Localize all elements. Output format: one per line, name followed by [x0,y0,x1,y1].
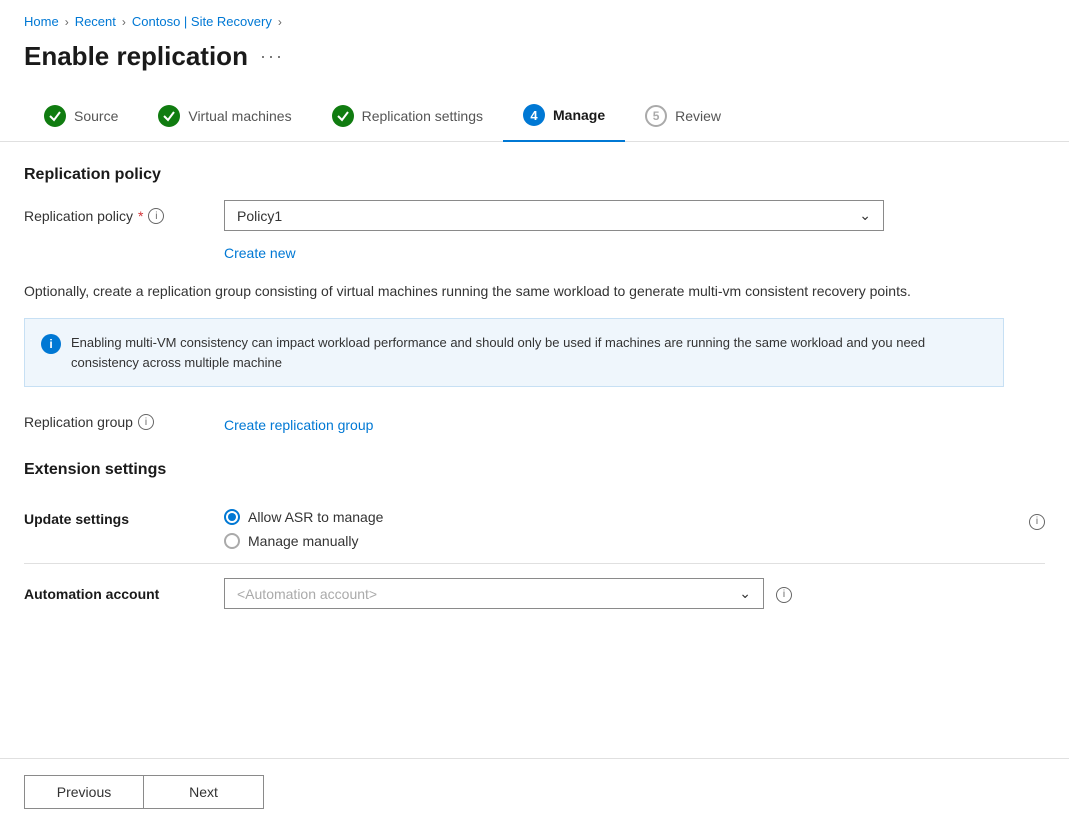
automation-account-info-icon[interactable]: i [776,587,792,603]
step-review-icon: 5 [645,105,667,127]
dropdown-chevron-icon: ⌄ [859,207,871,224]
replication-policy-section: Replication policy Replication policy * … [24,166,1045,261]
replication-group-label: Replication group i [24,414,224,430]
step-vm-label: Virtual machines [188,108,291,124]
radio-allow-asr[interactable]: Allow ASR to manage [224,509,1029,525]
page-header: Enable replication ··· [0,37,1069,92]
update-settings-info: i [1029,509,1045,530]
steps-nav: Source Virtual machines Replication sett… [0,92,1069,142]
page-title: Enable replication [24,41,248,72]
radio-allow-asr-circle [224,509,240,525]
breadcrumb-current[interactable]: Contoso | Site Recovery [132,14,272,29]
replication-policy-value: Policy1 [237,208,282,224]
radio-allow-asr-label: Allow ASR to manage [248,509,383,525]
extension-settings-section: Extension settings Update settings Allow… [24,461,1045,623]
automation-chevron-icon: ⌄ [739,585,751,602]
main-content: Replication policy Replication policy * … [0,166,1069,758]
create-new-link[interactable]: Create new [224,245,296,261]
description-text: Optionally, create a replication group c… [24,281,1004,302]
breadcrumb: Home › Recent › Contoso | Site Recovery … [0,0,1069,37]
step-source[interactable]: Source [24,93,138,141]
replication-policy-heading: Replication policy [24,166,1045,184]
step-source-icon [44,105,66,127]
step-review[interactable]: 5 Review [625,93,741,141]
page-container: Home › Recent › Contoso | Site Recovery … [0,0,1069,825]
step-manage-label: Manage [553,107,605,123]
footer: Previous Next [0,758,1069,825]
step-source-label: Source [74,108,118,124]
breadcrumb-recent[interactable]: Recent [75,14,116,29]
replication-policy-dropdown[interactable]: Policy1 ⌄ [224,200,884,231]
step-vm-icon [158,105,180,127]
step-rep-label: Replication settings [362,108,483,124]
breadcrumb-sep-3: › [278,15,282,29]
required-star: * [138,208,143,224]
update-settings-label: Update settings [24,509,224,527]
radio-allow-asr-dot [228,513,236,521]
replication-policy-row: Replication policy * i Policy1 ⌄ [24,200,1045,231]
previous-button[interactable]: Previous [24,775,144,809]
automation-account-label: Automation account [24,586,224,602]
replication-policy-info-icon[interactable]: i [148,208,164,224]
step-manage[interactable]: 4 Manage [503,92,625,142]
radio-manage-manually-label: Manage manually [248,533,359,549]
automation-account-info: i [776,584,792,603]
next-button[interactable]: Next [144,775,264,809]
step-rep-icon [332,105,354,127]
step-virtual-machines[interactable]: Virtual machines [138,93,311,141]
automation-account-dropdown[interactable]: <Automation account> ⌄ [224,578,764,609]
breadcrumb-sep-2: › [122,15,126,29]
info-banner-icon: i [41,334,61,354]
radio-manage-manually[interactable]: Manage manually [224,533,1029,549]
replication-policy-label: Replication policy * i [24,200,224,224]
breadcrumb-sep-1: › [65,15,69,29]
step-manage-icon: 4 [523,104,545,126]
create-replication-group-link[interactable]: Create replication group [224,417,373,433]
radio-manage-manually-circle [224,533,240,549]
replication-group-info-icon[interactable]: i [138,414,154,430]
breadcrumb-home[interactable]: Home [24,14,59,29]
update-settings-info-icon[interactable]: i [1029,514,1045,530]
update-settings-controls: Allow ASR to manage Manage manually [224,509,1029,549]
automation-account-row: Automation account <Automation account> … [24,564,1045,623]
info-banner-text: Enabling multi-VM consistency can impact… [71,333,987,372]
extension-settings-heading: Extension settings [24,461,1045,479]
automation-account-placeholder: <Automation account> [237,586,377,602]
page-menu-button[interactable]: ··· [260,46,284,67]
update-settings-row: Update settings Allow ASR to manage Mana… [24,495,1045,564]
info-banner: i Enabling multi-VM consistency can impa… [24,318,1004,387]
replication-group-row: Replication group i Create replication g… [24,411,1045,433]
step-review-label: Review [675,108,721,124]
step-replication-settings[interactable]: Replication settings [312,93,503,141]
